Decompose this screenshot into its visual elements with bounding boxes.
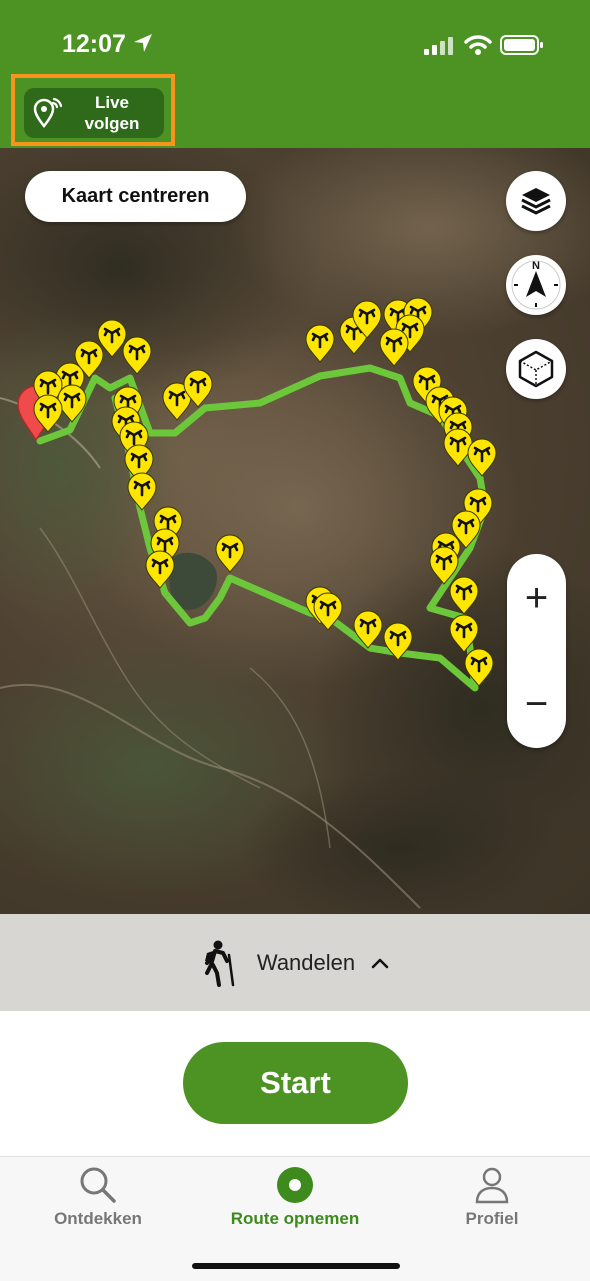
compass-icon: N [511,260,561,310]
activity-type-label: Wandelen [256,949,356,975]
status-time: 12:07 [62,30,126,58]
live-follow-label-line2: volgen [84,114,140,133]
waypoint-marker[interactable] [448,576,480,616]
status-bar: 12:07 [0,28,590,64]
signal-icon [424,37,453,55]
waypoint-marker[interactable] [378,328,410,368]
home-indicator [192,1263,400,1269]
center-map-label: Kaart centreren [61,185,210,207]
compass-button[interactable]: N [506,255,566,315]
waypoint-marker[interactable] [312,592,344,632]
waypoint-marker[interactable] [144,550,176,590]
start-button-label: Start [260,1065,331,1100]
live-follow-button[interactable]: Live volgen [24,88,164,138]
waypoint-marker[interactable] [32,394,64,434]
tab-ontdekken[interactable]: Ontdekken [0,1157,196,1247]
app-header: 12:07 Live volgen [0,0,590,148]
layers-button[interactable] [506,171,566,231]
tab-profiel-label: Profiel [465,1209,519,1228]
compass-north-label: N [532,260,540,272]
waypoint-marker[interactable] [304,324,336,364]
waypoint-marker[interactable] [382,622,414,662]
wifi-icon [464,35,492,55]
zoom-in-button[interactable]: + [507,568,566,628]
zoom-out-button[interactable]: − [507,674,566,734]
chevron-up-icon [371,958,389,968]
search-icon [80,1167,116,1203]
tab-route-opnemen[interactable]: Route opnemen [197,1157,393,1247]
waypoint-marker[interactable] [182,369,214,409]
map-terrain [0,148,590,914]
waypoint-marker[interactable] [466,438,498,478]
waypoint-marker[interactable] [121,336,153,376]
layers-icon [521,188,551,215]
live-follow-label-line1: Live [94,93,130,112]
record-icon [277,1167,313,1203]
center-map-button[interactable]: Kaart centreren [25,171,246,222]
3d-cube-icon [518,350,554,388]
battery-icon [500,35,543,55]
hiker-icon [204,940,235,987]
tab-route-opnemen-label: Route opnemen [230,1209,360,1228]
activity-type-selector[interactable]: Wandelen [0,914,590,1011]
tab-profiel[interactable]: Profiel [394,1157,590,1247]
zoom-in-label: + [524,575,549,620]
location-arrow-icon [134,34,152,52]
waypoint-marker[interactable] [463,648,495,688]
zoom-out-label: − [524,681,549,726]
tab-ontdekken-label: Ontdekken [54,1209,142,1228]
person-icon [475,1167,509,1204]
start-button[interactable]: Start [183,1042,408,1124]
location-broadcast-icon [33,97,63,129]
satellite-map[interactable] [0,148,590,914]
3d-view-button[interactable] [506,339,566,399]
zoom-controls: + − [507,554,566,748]
waypoint-marker[interactable] [214,534,246,574]
waypoint-marker[interactable] [352,610,384,650]
